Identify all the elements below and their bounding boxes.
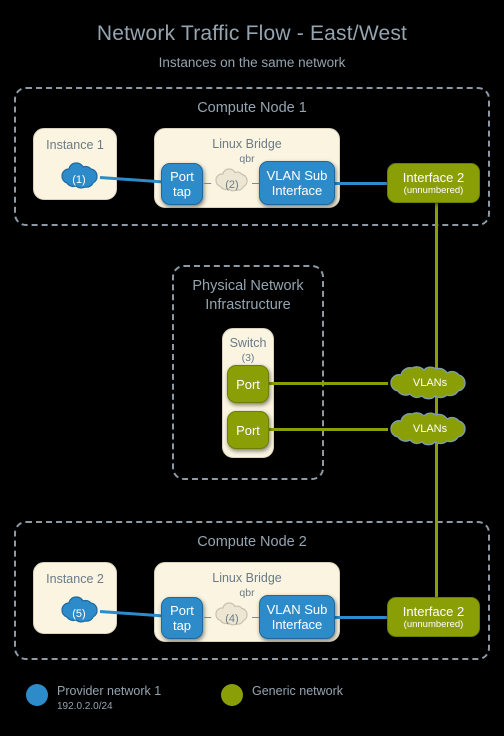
dash-cloud-to-vlan-1: – (252, 175, 260, 190)
interface-2-node2-line1: Interface 2 (402, 603, 465, 619)
legend: Provider network 1 192.0.2.0/24 Generic … (0, 678, 504, 724)
dash-port-to-cloud-2: – (204, 609, 212, 624)
instance-2-cloud-label: (5) (72, 608, 86, 620)
bridge-1-cloud-label: (2) (225, 178, 239, 191)
link-port-bottom-to-vlans-bottom (268, 428, 388, 431)
switch-port-bottom-box[interactable]: Port (227, 411, 269, 449)
link-port-top-to-vlans-top (268, 382, 388, 385)
page-title: Network Traffic Flow - East/West (96, 22, 408, 45)
instance-2-cloud: (5) (55, 592, 103, 632)
page-subtitle: Instances on the same network (158, 55, 346, 70)
switch-port-top-box[interactable]: Port (227, 365, 269, 403)
vlan-sub-2-line2: Interface (271, 617, 323, 632)
interface-2-node1-box[interactable]: Interface 2 (unnumbered) (387, 163, 480, 203)
vlans-cloud-bottom: VLANs (381, 408, 479, 450)
vlan-sub-1-line2: Interface (271, 183, 323, 198)
legend-generic-label: Generic network (252, 684, 344, 698)
legend-provider-dot (26, 684, 48, 706)
port-tap-2-line1: Port (170, 603, 194, 618)
instance-1-cloud-label: (1) (72, 174, 86, 186)
vlans-cloud-top-label: VLANs (412, 377, 448, 389)
port-tap-1-line1: Port (170, 169, 194, 184)
switch-subtitle: (3) (241, 352, 255, 364)
dash-port-to-cloud-1: – (204, 175, 212, 190)
compute-node-1-title: Compute Node 1 (197, 100, 307, 116)
vlan-sub-1-line1: VLAN Sub (266, 168, 328, 183)
physical-network-title-line2: Infrastructure (205, 297, 291, 313)
linux-bridge-1-title: Linux Bridge (212, 137, 282, 151)
instance-1-title: Instance 1 (46, 138, 104, 152)
bridge-2-cloud-label: (4) (225, 612, 239, 625)
linux-bridge-2-title: Linux Bridge (212, 571, 282, 585)
switch-port-top-label: Port (236, 376, 260, 392)
instance-2-title: Instance 2 (46, 572, 104, 586)
legend-generic-dot (221, 684, 243, 706)
interface-2-node1-line1: Interface 2 (402, 169, 465, 185)
switch-title: Switch (229, 336, 267, 350)
vlans-cloud-bottom-label: VLANs (412, 423, 448, 435)
link-vlan1-to-interface1 (334, 182, 389, 185)
dash-cloud-to-vlan-2: – (252, 609, 260, 624)
physical-network-title-line1: Physical Network (192, 278, 304, 294)
vlan-sub-2-line1: VLAN Sub (266, 602, 328, 617)
vlans-cloud-top: VLANs (381, 362, 479, 404)
link-vlan2-to-interface2 (334, 616, 389, 619)
legend-provider-subnet: 192.0.2.0/24 (57, 701, 113, 712)
vlan-sub-interface-2-box[interactable]: VLAN Sub Interface (259, 595, 335, 639)
interface-2-node1-line2: (unnumbered) (403, 184, 464, 196)
port-tap-2-box[interactable]: Port tap (161, 597, 203, 639)
legend-provider-label: Provider network 1 (57, 684, 162, 698)
port-tap-1-line2: tap (172, 184, 192, 199)
port-tap-2-line2: tap (172, 618, 192, 633)
interface-2-node2-box[interactable]: Interface 2 (unnumbered) (387, 597, 480, 637)
bridge-2-cloud: (4) (211, 598, 253, 636)
compute-node-2-title: Compute Node 2 (197, 534, 307, 550)
vlan-sub-interface-1-box[interactable]: VLAN Sub Interface (259, 161, 335, 205)
interface-2-node2-line2: (unnumbered) (403, 618, 464, 630)
switch-port-bottom-label: Port (236, 422, 260, 438)
bridge-1-cloud: (2) (211, 164, 253, 202)
port-tap-1-box[interactable]: Port tap (161, 163, 203, 205)
instance-1-cloud: (1) (55, 158, 103, 198)
